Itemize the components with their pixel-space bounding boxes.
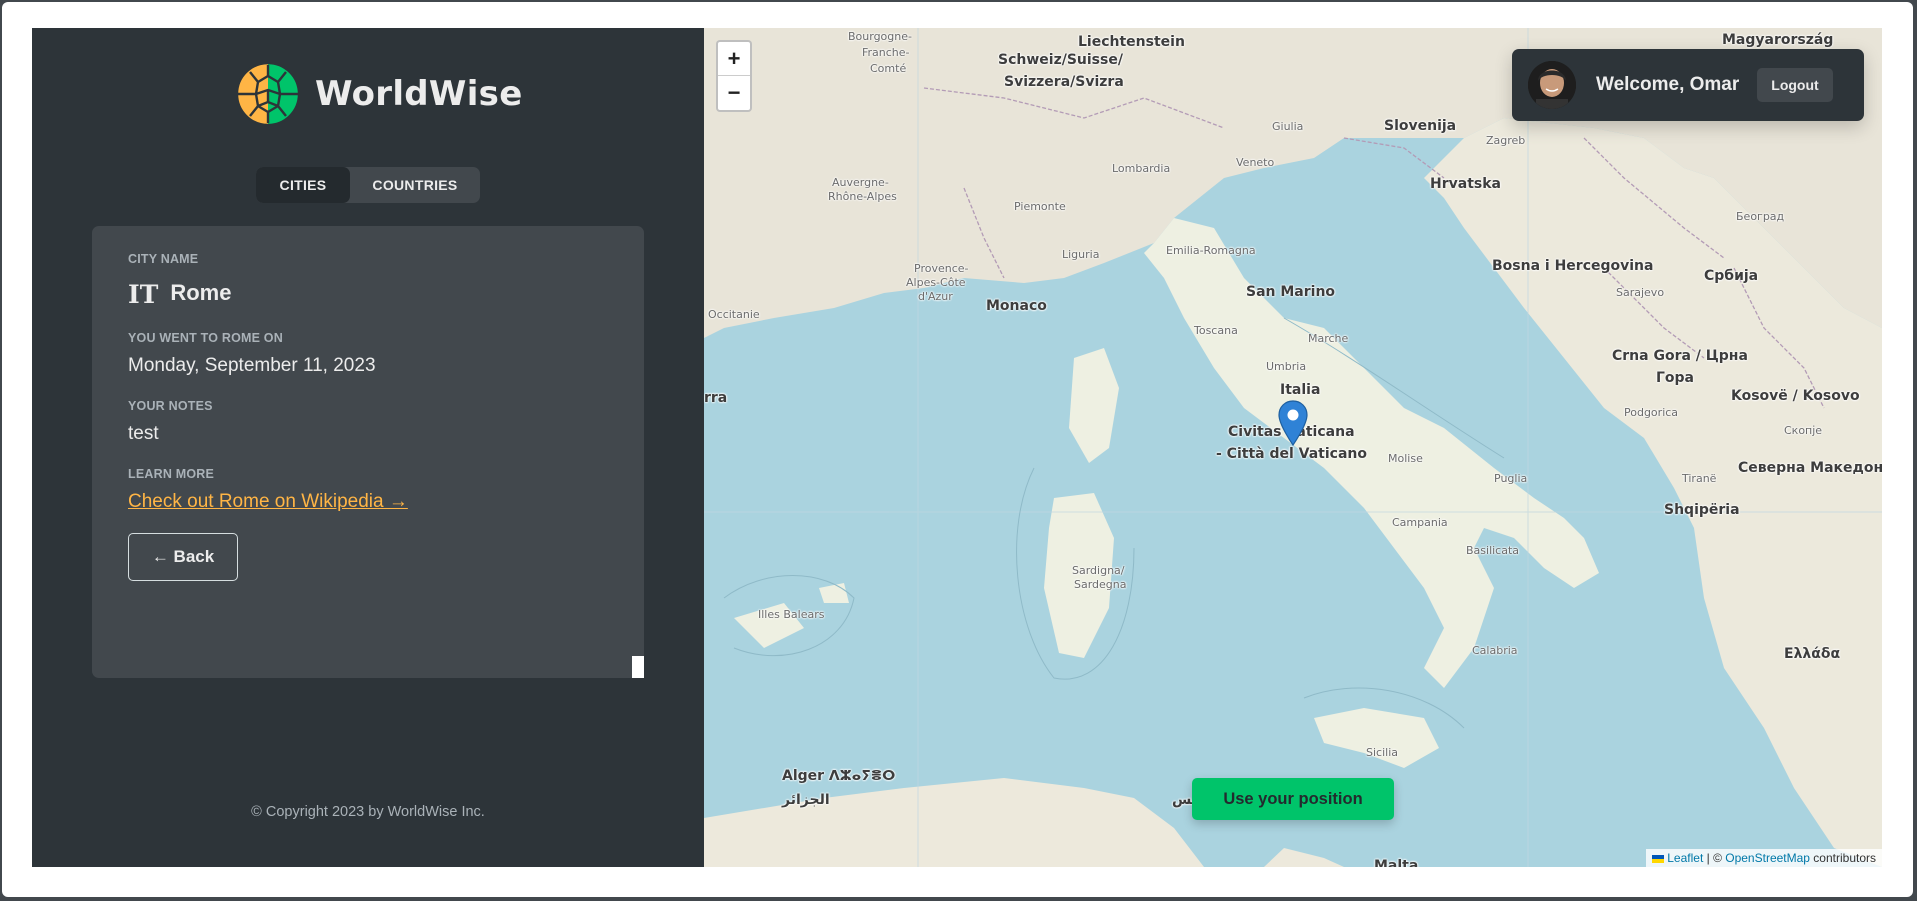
map-label: Calabria bbox=[1472, 644, 1518, 657]
globe-logo-icon bbox=[236, 62, 300, 126]
map-container[interactable]: Liechtenstein Schweiz/Suisse/ Svizzera/S… bbox=[704, 28, 1882, 867]
osm-link[interactable]: OpenStreetMap bbox=[1725, 851, 1810, 865]
logout-button[interactable]: Logout bbox=[1757, 68, 1833, 102]
map-label: Toscana bbox=[1194, 324, 1238, 337]
map-label: Sardigna/ bbox=[1072, 564, 1125, 577]
map-label: Monaco bbox=[986, 298, 1047, 314]
map-label: Veneto bbox=[1236, 156, 1275, 169]
map-label: Lombardia bbox=[1112, 162, 1171, 175]
notes-text: test bbox=[128, 423, 159, 444]
map-label: Shqipëria bbox=[1664, 502, 1740, 518]
map-label: Franche- bbox=[862, 46, 910, 59]
map-label: Гора bbox=[1656, 370, 1695, 386]
map-label: Emilia-Romagna bbox=[1166, 244, 1256, 257]
tab-cities[interactable]: Cities bbox=[256, 167, 350, 203]
map-label: Provence- bbox=[914, 262, 969, 275]
map-label: Italia bbox=[1280, 382, 1321, 398]
city-name: Rome bbox=[170, 279, 232, 305]
map-label: Illes Balears bbox=[758, 608, 825, 621]
map-label: Tiranë bbox=[1682, 472, 1717, 485]
map-label: Campania bbox=[1392, 516, 1448, 529]
map-attribution: Leaflet | © OpenStreetMap contributors bbox=[1645, 849, 1882, 867]
wikipedia-link[interactable]: Check out Rome on Wikipedia → bbox=[128, 491, 408, 512]
city-name-label: City name bbox=[128, 252, 199, 266]
map-label: Marche bbox=[1308, 332, 1349, 345]
country-flag-icon: IT bbox=[128, 280, 159, 309]
zoom-in-button[interactable]: + bbox=[718, 42, 750, 76]
map-label: Liguria bbox=[1062, 248, 1100, 261]
map-label: Скопје bbox=[1784, 424, 1823, 437]
map-label: Bourgogne- bbox=[848, 30, 912, 43]
map-label: Piemonte bbox=[1014, 200, 1066, 213]
map-label: Северна Македонија bbox=[1738, 460, 1882, 476]
city-details-card: City name IT Rome You went to Rome on Mo… bbox=[92, 226, 644, 678]
map-label: - Città del Vaticano bbox=[1216, 446, 1367, 462]
city-name-section: City name IT Rome bbox=[128, 252, 608, 309]
map-label: Alger ⴷⵣⴰⵢⴻⵔ bbox=[782, 768, 896, 784]
sidebar: WorldWise Cities Countries City name IT … bbox=[32, 28, 704, 867]
map-label: Rhône-Alpes bbox=[828, 190, 897, 203]
map-label: Umbria bbox=[1266, 360, 1307, 373]
map-label: Occitanie bbox=[708, 308, 760, 321]
map-label: Svizzera/Svizra bbox=[1004, 74, 1124, 90]
app-nav: Cities Countries bbox=[256, 167, 480, 203]
use-position-button[interactable]: Use your position bbox=[1192, 778, 1394, 820]
tab-countries[interactable]: Countries bbox=[350, 167, 480, 203]
map-label: Magyarország bbox=[1722, 32, 1834, 48]
back-button[interactable]: ← Back bbox=[128, 533, 238, 581]
map-label: Sarajevo bbox=[1616, 286, 1665, 299]
zoom-out-button[interactable]: − bbox=[718, 76, 750, 110]
map-label: Sicilia bbox=[1366, 746, 1398, 759]
copyright: © Copyright 2023 by WorldWise Inc. bbox=[251, 804, 485, 820]
map-label: Ελλάδα bbox=[1784, 646, 1841, 662]
notes-label: Your notes bbox=[128, 399, 213, 413]
map-label: Bosna i Hercegovina bbox=[1492, 258, 1654, 274]
map-label: الجزائر bbox=[782, 792, 830, 808]
map-label: d'Azur bbox=[918, 290, 953, 303]
map-label: Basilicata bbox=[1466, 544, 1520, 557]
map-label: rra bbox=[704, 390, 728, 406]
map-label: Liechtenstein bbox=[1078, 34, 1185, 50]
map-label: Podgorica bbox=[1624, 406, 1679, 419]
learn-more-section: Learn more Check out Rome on Wikipedia → bbox=[128, 467, 608, 513]
map-label: Puglia bbox=[1494, 472, 1528, 485]
attribution-separator: | © bbox=[1703, 851, 1726, 865]
notes-section: Your notes test bbox=[128, 399, 608, 445]
map-label: Malta bbox=[1374, 858, 1419, 867]
ukraine-flag-icon bbox=[1651, 854, 1664, 863]
map-label: Alpes-Côte bbox=[906, 276, 966, 289]
map-label: Crna Gora / Црна bbox=[1612, 348, 1748, 364]
map-label: Србија bbox=[1704, 268, 1759, 284]
attribution-tail: contributors bbox=[1809, 851, 1876, 865]
zoom-control: + − bbox=[716, 40, 752, 112]
visit-date-label: You went to Rome on bbox=[128, 331, 283, 345]
map-label: Hrvatska bbox=[1430, 176, 1501, 192]
city-name-row: IT Rome bbox=[128, 276, 608, 310]
map-label: San Marino bbox=[1246, 284, 1336, 300]
map-label: Београд bbox=[1736, 210, 1785, 223]
map-label: Kosovë / Kosovo bbox=[1731, 388, 1860, 404]
logo[interactable]: WorldWise bbox=[236, 62, 523, 126]
app-layout: WorldWise Cities Countries City name IT … bbox=[32, 28, 1882, 867]
avatar bbox=[1528, 61, 1576, 109]
map-label: Zagreb bbox=[1486, 134, 1526, 147]
map-label: Schweiz/Suisse/ bbox=[998, 52, 1123, 68]
map-label: Molise bbox=[1388, 452, 1423, 465]
map-label: Auvergne- bbox=[832, 176, 889, 189]
map-label: Sardegna bbox=[1074, 578, 1127, 591]
visit-date-section: You went to Rome on Monday, September 11… bbox=[128, 331, 608, 377]
welcome-text: Welcome, Omar bbox=[1596, 74, 1740, 95]
leaflet-link[interactable]: Leaflet bbox=[1667, 851, 1703, 865]
app-name: WorldWise bbox=[315, 74, 523, 114]
map-label: Giulia bbox=[1272, 120, 1304, 133]
user-avatar-icon bbox=[1528, 61, 1576, 109]
scroll-indicator bbox=[632, 656, 644, 678]
map-pin-icon[interactable] bbox=[1278, 400, 1308, 446]
visit-date: Monday, September 11, 2023 bbox=[128, 355, 376, 376]
user-panel: Welcome, Omar Logout bbox=[1512, 49, 1864, 121]
map-label: Slovenija bbox=[1384, 118, 1457, 134]
learn-more-label: Learn more bbox=[128, 467, 215, 481]
map-label: Comté bbox=[870, 62, 907, 75]
